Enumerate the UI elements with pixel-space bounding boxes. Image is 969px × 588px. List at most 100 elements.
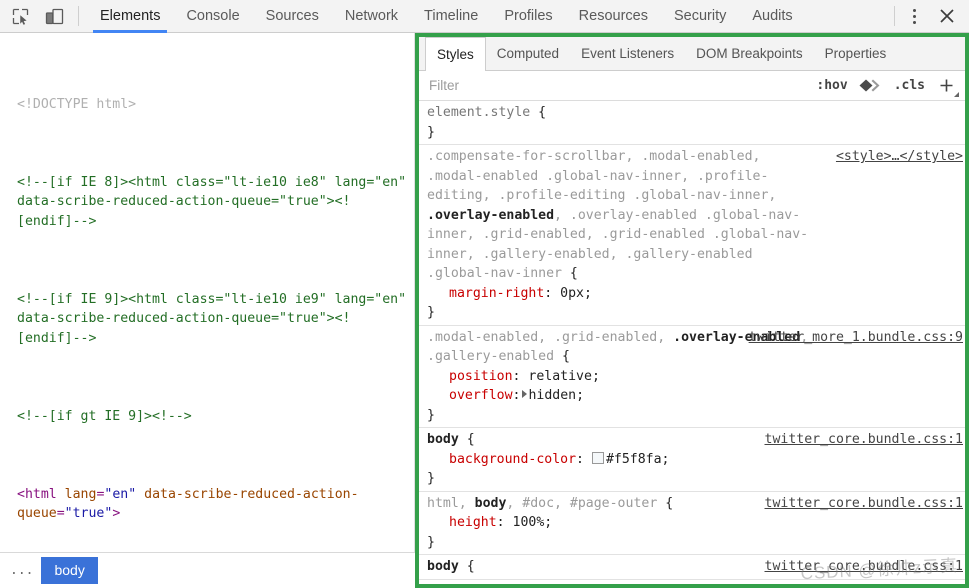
html-attr-lang-name: lang — [65, 487, 97, 502]
property-value[interactable]: 0px — [560, 286, 584, 301]
style-rule-modal-enabled-overlay[interactable]: twitter_more_1.bundle.css:9 .modal-enabl… — [419, 326, 965, 429]
panel-tabs: Elements Console Sources Network Timelin… — [87, 0, 806, 33]
kebab-menu-icon[interactable] — [899, 2, 929, 30]
close-brace: } — [427, 533, 965, 553]
close-icon[interactable] — [929, 2, 965, 30]
dom-line-ie9-comment[interactable]: <!--[if IE 9]><html class="lt-ie10 ie9" … — [4, 290, 410, 349]
tab-dom-breakpoints-label: DOM Breakpoints — [696, 46, 803, 61]
element-classes-button[interactable]: .cls — [886, 78, 933, 93]
selector-compensate-for-scrollbar[interactable]: .compensate-for-scrollbar, .modal-enable… — [427, 147, 965, 284]
close-brace: } — [427, 406, 965, 426]
tab-resources[interactable]: Resources — [566, 0, 661, 33]
breadcrumb-item-body[interactable]: body — [41, 557, 97, 584]
tab-timeline-label: Timeline — [424, 8, 478, 24]
tab-network[interactable]: Network — [332, 0, 411, 33]
breadcrumb: ... body — [0, 552, 415, 588]
property-value[interactable]: 100% — [513, 515, 545, 530]
style-rule-compensate-for-scrollbar[interactable]: <style>…</style> .compensate-for-scrollb… — [419, 145, 965, 326]
property-name[interactable]: height — [449, 515, 497, 530]
selector-part-matched: body — [427, 432, 459, 447]
style-origin-link[interactable]: twitter_more_1.bundle.css:9 — [749, 328, 963, 348]
property-value[interactable]: relative — [528, 369, 592, 384]
property-name[interactable]: background-color — [449, 452, 576, 467]
tab-audits[interactable]: Audits — [739, 0, 805, 33]
html-attr-lang-value[interactable]: en — [112, 487, 128, 502]
styles-rules-list[interactable]: element.style { } <style>…</style> .comp… — [419, 101, 965, 584]
tab-dom-breakpoints[interactable]: DOM Breakpoints — [685, 37, 814, 70]
toolbar-right-group — [892, 0, 969, 33]
toggle-element-state-button[interactable]: :hov — [808, 78, 855, 93]
close-brace: } — [427, 303, 965, 323]
ie8-comment-text: <!--[if IE 8]><html class="lt-ie10 ie8" … — [17, 175, 414, 229]
style-rule-html-body-doc-pageouter[interactable]: twitter_core.bundle.css:1 html, body, #d… — [419, 492, 965, 556]
dom-line-gt-ie9-comment[interactable]: <!--[if gt IE 9]><!--> — [4, 407, 410, 427]
close-brace: } — [427, 123, 965, 143]
doctype-text: <!DOCTYPE html> — [17, 97, 136, 112]
dom-line-html-open[interactable]: <html lang="en" data-scribe-reduced-acti… — [4, 485, 410, 524]
tab-elements[interactable]: Elements — [87, 0, 173, 33]
html-tag-name: html — [25, 487, 57, 502]
device-toolbar-icon[interactable] — [40, 2, 68, 30]
property-value[interactable]: #f5f8fa — [606, 452, 662, 467]
tab-elements-label: Elements — [100, 8, 160, 24]
new-style-rule-button[interactable] — [933, 74, 959, 98]
dom-tree-panel[interactable]: <!DOCTYPE html> <!--[if IE 8]><html clas… — [0, 33, 415, 552]
tab-security[interactable]: Security — [661, 0, 739, 33]
property-name[interactable]: overflow — [449, 388, 513, 403]
declaration-height[interactable]: height: 100%; — [427, 513, 965, 533]
declaration-background-color[interactable]: background-color: #f5f8fa; — [427, 450, 965, 470]
tab-profiles[interactable]: Profiles — [491, 0, 565, 33]
ie9-comment-text: <!--[if IE 9]><html class="lt-ie10 ie9" … — [17, 292, 414, 346]
selector-text: element.style — [427, 105, 530, 120]
selector-part-matched: body — [475, 496, 507, 511]
declaration-margin-right[interactable]: margin-right: 0px; — [427, 284, 965, 304]
tab-event-listeners[interactable]: Event Listeners — [570, 37, 685, 70]
tab-styles-label: Styles — [437, 47, 474, 62]
tab-event-listeners-label: Event Listeners — [581, 46, 674, 61]
rendering-diamond-icon[interactable] — [856, 76, 886, 96]
tab-console-label: Console — [186, 8, 239, 24]
declaration-position[interactable]: position: relative; — [427, 367, 965, 387]
style-origin-link[interactable]: twitter_core.bundle.css:1 — [765, 494, 964, 514]
tab-profiles-label: Profiles — [504, 8, 552, 24]
dom-line-doctype[interactable]: <!DOCTYPE html> — [4, 95, 410, 115]
tab-properties[interactable]: Properties — [814, 37, 898, 70]
selector-part-unmatched-2: , #doc, #page-outer — [506, 496, 657, 511]
property-name[interactable]: margin-right — [449, 286, 544, 301]
style-rule-body-last[interactable]: twitter_core.bundle.css:1 body { — [419, 555, 965, 580]
tab-computed-label: Computed — [497, 46, 559, 61]
selector-element-style[interactable]: element.style { — [427, 103, 965, 123]
toolbar-divider-right — [894, 6, 895, 26]
tab-properties-label: Properties — [825, 46, 887, 61]
tab-sources[interactable]: Sources — [253, 0, 332, 33]
selector-part-unmatched: .modal-enabled, .grid-enabled, — [427, 330, 673, 345]
tab-security-label: Security — [674, 8, 726, 24]
tab-console[interactable]: Console — [173, 0, 252, 33]
style-origin-link[interactable]: twitter_core.bundle.css:1 — [765, 557, 964, 577]
selector-part-unmatched: .compensate-for-scrollbar, .modal-enable… — [427, 149, 776, 203]
breadcrumb-overflow-button[interactable]: ... — [0, 563, 41, 578]
style-origin-link[interactable]: <style>…</style> — [836, 147, 963, 167]
tab-styles[interactable]: Styles — [425, 37, 486, 71]
style-rule-body-background[interactable]: twitter_core.bundle.css:1 body { backgro… — [419, 428, 965, 492]
tab-timeline[interactable]: Timeline — [411, 0, 491, 33]
dom-tree-code: <!DOCTYPE html> <!--[if IE 8]><html clas… — [0, 33, 414, 552]
tab-computed[interactable]: Computed — [486, 37, 570, 70]
expand-shorthand-arrow-icon[interactable] — [522, 390, 527, 398]
styles-sidebar-tabs: Styles Computed Event Listeners DOM Brea… — [419, 37, 965, 71]
property-value[interactable]: hidden — [528, 388, 576, 403]
selector-part-unmatched: html, — [427, 496, 475, 511]
html-attr-scribe-value[interactable]: true — [73, 506, 105, 521]
style-origin-link[interactable]: twitter_core.bundle.css:1 — [765, 430, 964, 450]
styles-filter-input[interactable] — [427, 77, 808, 94]
property-name[interactable]: position — [449, 369, 513, 384]
color-swatch[interactable] — [592, 452, 604, 464]
tab-sources-label: Sources — [266, 8, 319, 24]
style-rule-element-style[interactable]: element.style { } — [419, 101, 965, 145]
dom-line-ie8-comment[interactable]: <!--[if IE 8]><html class="lt-ie10 ie8" … — [4, 173, 410, 232]
open-brace: { — [538, 105, 546, 120]
inspect-element-icon[interactable] — [6, 2, 34, 30]
styles-sidebar: Styles Computed Event Listeners DOM Brea… — [419, 37, 965, 584]
gt-ie9-comment-text: <!--[if gt IE 9]><!--> — [17, 409, 192, 424]
declaration-overflow[interactable]: overflow:hidden; — [427, 386, 965, 406]
